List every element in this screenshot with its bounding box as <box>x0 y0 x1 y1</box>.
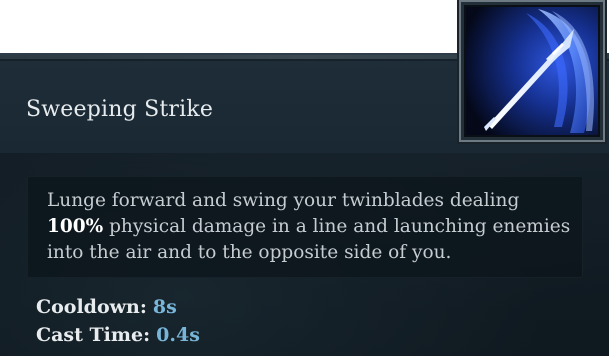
ability-title: Sweeping Strike <box>26 97 214 122</box>
description-text-cont: physical damage in a line and launching … <box>47 216 571 263</box>
spear-sweep-icon <box>466 7 598 135</box>
stat-value: 0.4s <box>156 324 200 346</box>
stat-cooldown: Cooldown: 8s <box>36 293 200 321</box>
damage-percent: 100% <box>47 216 104 237</box>
stat-label: Cast Time: <box>36 324 151 346</box>
ability-stats: Cooldown: 8s Cast Time: 0.4s <box>36 293 200 349</box>
description-text: Lunge forward and swing your twinblades … <box>47 190 520 211</box>
stat-label: Cooldown: <box>36 296 147 318</box>
game-stage: Sweeping Strike Lunge forward and swing … <box>0 0 609 356</box>
description-panel: Lunge forward and swing your twinblades … <box>27 176 583 278</box>
ability-description: Lunge forward and swing your twinblades … <box>47 188 579 266</box>
stat-cast-time: Cast Time: 0.4s <box>36 321 200 349</box>
ability-icon-frame <box>459 0 605 142</box>
stat-value: 8s <box>152 296 177 318</box>
